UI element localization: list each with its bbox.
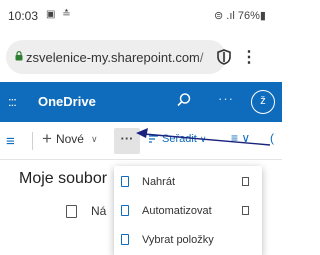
sort-chevron-icon: ∨ — [199, 133, 207, 144]
column-name-header[interactable]: Ná — [91, 204, 106, 218]
command-separator — [32, 132, 33, 150]
avatar[interactable]: ž — [251, 90, 275, 114]
menu-item-automate[interactable]: Automatizovat — [114, 197, 262, 225]
new-button[interactable]: + Nové ∨ — [42, 129, 98, 148]
search-icon[interactable] — [176, 92, 192, 108]
url-text: zsvelenice-my.sharepoint.com/ — [26, 50, 204, 65]
sort-icon — [149, 135, 158, 143]
file-list-header: Ná — [66, 204, 106, 218]
view-options-button[interactable]: ≡ ∨ — [231, 131, 250, 145]
menu-item-upload[interactable]: Nahrát — [114, 168, 262, 196]
automate-icon — [121, 205, 129, 216]
plus-icon: + — [42, 129, 52, 148]
info-button[interactable]: ( — [270, 131, 274, 145]
menu-item-select-items[interactable]: Vybrat položky — [114, 226, 262, 254]
shield-icon — [217, 49, 231, 65]
menu-item-label: Nahrát — [142, 176, 176, 188]
status-bar: 10:03 ▣ ≛ ⊜ .ıl 76%▮ — [0, 0, 282, 34]
more-actions-button[interactable]: ··· — [114, 128, 140, 154]
shield-button[interactable] — [212, 45, 236, 69]
app-title[interactable]: OneDrive — [38, 94, 96, 109]
chevron-down-icon: ∨ — [90, 133, 98, 144]
app-launcher-icon[interactable]: ::: — [8, 94, 17, 109]
submenu-icon — [242, 206, 249, 215]
header-more-icon[interactable]: ··· — [218, 91, 234, 106]
notification-icons: ▣ ≛ — [46, 9, 73, 20]
upload-icon — [121, 176, 129, 187]
app-header: ::: OneDrive ··· ž — [0, 82, 282, 122]
command-bar: ≡ + Nové ∨ ··· Seřadit ∨ ≡ ∨ ( — [0, 122, 282, 160]
sort-button[interactable]: Seřadit ∨ — [148, 133, 206, 145]
lock-icon — [15, 51, 23, 61]
select-icon — [121, 234, 129, 245]
menu-item-label: Automatizovat — [142, 205, 212, 217]
file-type-icon — [66, 204, 77, 218]
browser-menu-button[interactable]: ⋮ — [238, 44, 260, 70]
menu-item-label: Vybrat položky — [142, 234, 214, 246]
address-bar[interactable]: zsvelenice-my.sharepoint.com/ — [6, 40, 231, 74]
status-time: 10:03 — [8, 9, 39, 23]
signal-battery-status: ⊜ .ıl 76%▮ — [214, 10, 266, 22]
more-actions-menu: Nahrát Automatizovat Vybrat položky — [114, 166, 262, 255]
submenu-icon — [242, 177, 249, 186]
sort-button-label: Seřadit — [162, 133, 197, 145]
page-title: Moje soubor — [19, 170, 108, 187]
new-button-label: Nové — [55, 132, 84, 146]
nav-menu-icon[interactable]: ≡ — [6, 133, 15, 150]
